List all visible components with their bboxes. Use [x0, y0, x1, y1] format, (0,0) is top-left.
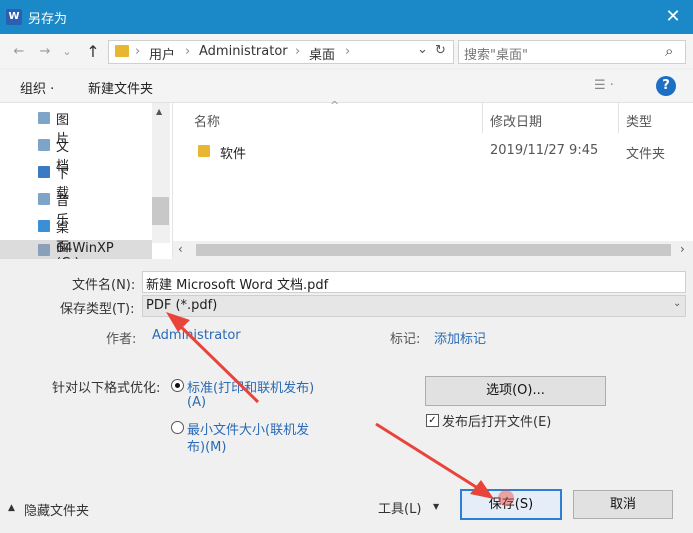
hide-folders-icon[interactable]: ▲ — [8, 503, 15, 513]
radio-standard[interactable] — [171, 379, 184, 392]
search-icon[interactable]: ⌕ — [665, 42, 673, 60]
help-icon[interactable]: ? — [656, 76, 676, 96]
new-folder-button[interactable]: 新建文件夹 — [88, 78, 153, 97]
close-button[interactable]: ✕ — [660, 5, 686, 29]
save-button[interactable]: 保存(S) — [460, 489, 562, 520]
filename-input[interactable]: 新建 Microsoft Word 文档.pdf — [142, 271, 686, 293]
option-standard-line1[interactable]: 标准(打印和联机发布) — [187, 377, 314, 396]
file-modified: 2019/11/27 9:45 — [490, 143, 599, 158]
breadcrumb-users[interactable]: 用户 — [149, 44, 175, 63]
breadcrumb-separator: › — [185, 44, 191, 59]
sort-indicator-icon: ^ — [330, 99, 340, 112]
music-icon — [38, 193, 50, 205]
tools-dropdown-icon[interactable]: ▼ — [433, 502, 439, 511]
file-row-software[interactable]: 软件 2019/11/27 9:45 文件夹 — [180, 139, 690, 163]
option-min-line2[interactable]: 布)(M) — [187, 436, 226, 455]
file-type: 文件夹 — [626, 147, 666, 162]
column-header-type[interactable]: 类型 — [626, 111, 652, 130]
file-list-scroll-thumb[interactable] — [196, 244, 671, 256]
scroll-left-icon[interactable]: ‹ — [178, 242, 183, 256]
filetype-value: PDF (*.pdf) — [146, 298, 218, 313]
folder-icon — [198, 145, 210, 157]
downloads-icon — [38, 166, 50, 178]
filetype-label: 保存类型(T): — [60, 302, 135, 317]
organize-menu[interactable]: 组织 · — [20, 78, 54, 97]
options-button[interactable]: 选项(O)... — [425, 376, 606, 406]
search-box[interactable]: 搜索"桌面" ⌕ — [458, 40, 686, 64]
scroll-up-icon[interactable]: ▲ — [156, 107, 162, 116]
chevron-down-icon: ⌄ — [673, 298, 682, 309]
filetype-select[interactable]: PDF (*.pdf) ⌄ — [142, 295, 686, 317]
column-divider[interactable] — [482, 103, 483, 133]
breadcrumb-separator: › — [345, 44, 351, 59]
refresh-icon[interactable]: ↻ — [435, 43, 446, 58]
navigation-pane: 图片 文档 下载 音乐 桌面 64WinXP (C:) — [0, 103, 173, 271]
open-after-publish-label[interactable]: 发布后打开文件(E) — [442, 411, 551, 430]
documents-icon — [38, 139, 50, 151]
open-after-publish-checkbox[interactable]: ✓ — [426, 414, 439, 427]
recent-locations-icon[interactable]: ⌄ — [58, 42, 76, 62]
back-arrow-icon[interactable]: ← — [10, 42, 28, 62]
desktop-icon — [38, 220, 50, 232]
tags-field[interactable]: 添加标记 — [434, 328, 486, 347]
option-standard-line2[interactable]: (A) — [187, 395, 206, 410]
breadcrumb-separator: › — [135, 44, 141, 59]
breadcrumb-separator: › — [295, 44, 301, 59]
breadcrumb-administrator[interactable]: Administrator — [199, 44, 288, 59]
title-bar: W 另存为 ✕ — [0, 0, 693, 34]
radio-selected-dot — [175, 383, 180, 388]
optimize-label: 针对以下格式优化: — [52, 381, 161, 396]
file-name: 软件 — [220, 147, 247, 162]
hide-folders-toggle[interactable]: 隐藏文件夹 — [24, 500, 89, 519]
address-dropdown-icon[interactable]: ⌄ — [417, 42, 428, 57]
view-options-icon[interactable]: ☰ · — [594, 78, 614, 93]
column-header-modified[interactable]: 修改日期 — [490, 111, 542, 130]
folder-icon — [115, 45, 129, 57]
sidebar-scroll-thumb[interactable] — [152, 197, 169, 225]
search-placeholder: 搜索"桌面" — [464, 48, 528, 63]
filename-label: 文件名(N): — [72, 278, 136, 293]
column-divider[interactable] — [618, 103, 619, 133]
window-title: 另存为 — [28, 12, 68, 27]
column-header-name[interactable]: 名称 — [194, 111, 220, 130]
address-bar[interactable]: › 用户 › Administrator › 桌面 › ⌄ ↻ — [108, 40, 454, 64]
forward-arrow-icon[interactable]: → — [36, 42, 54, 62]
tags-label: 标记: — [390, 332, 421, 347]
pictures-icon — [38, 112, 50, 124]
author-label: 作者: — [106, 332, 137, 347]
author-field[interactable]: Administrator — [152, 328, 241, 343]
up-arrow-icon[interactable]: ↑ — [84, 42, 102, 62]
filename-value: 新建 Microsoft Word 文档.pdf — [146, 278, 329, 293]
radio-minimum-size[interactable] — [171, 421, 184, 434]
toolbar: 组织 · 新建文件夹 ☰ · ? — [0, 70, 693, 103]
drive-icon — [38, 244, 50, 256]
breadcrumb-desktop[interactable]: 桌面 — [309, 44, 335, 63]
file-browser: 图片 文档 下载 音乐 桌面 64WinXP (C:) ▲ ^ 名称 修改日期 … — [0, 99, 693, 271]
word-app-icon: W — [6, 9, 22, 25]
cancel-button[interactable]: 取消 — [573, 490, 673, 519]
scroll-right-icon[interactable]: › — [680, 242, 685, 256]
tools-menu[interactable]: 工具(L) — [378, 498, 421, 517]
